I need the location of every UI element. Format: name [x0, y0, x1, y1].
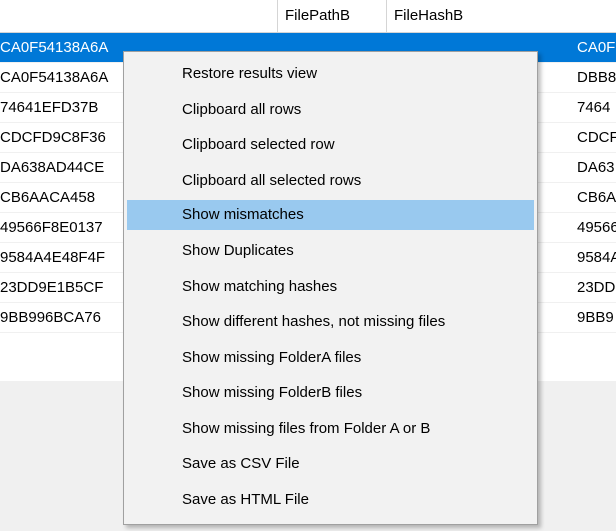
- menu-item-save-as-csv[interactable]: Save as CSV File: [127, 449, 534, 479]
- menu-item-clipboard-all-selected-rows[interactable]: Clipboard all selected rows: [127, 166, 534, 196]
- cell-hash-a: 49566F8E0137: [0, 219, 103, 236]
- cell-hash-a: CA0F54138A6A: [0, 39, 109, 56]
- menu-item-show-missing-files-a-or-b[interactable]: Show missing files from Folder A or B: [127, 414, 534, 444]
- cell-hash-b: CA0F5: [577, 39, 616, 56]
- cell-hash-b: 9584A: [577, 249, 616, 266]
- cell-hash-b: CDCF: [577, 129, 616, 146]
- cell-hash-b: 9BB9: [577, 309, 614, 326]
- cell-hash-a: CB6AACA458: [0, 189, 96, 206]
- cell-hash-a: 9BB996BCA76: [0, 309, 101, 326]
- cell-hash-a: CDCFD9C8F36: [0, 129, 106, 146]
- cell-hash-a: DA638AD44CE: [0, 159, 105, 176]
- cell-hash-a: 74641EFD37B: [0, 99, 99, 116]
- cell-hash-a: 9584A4E48F4F: [0, 249, 106, 266]
- menu-item-show-mismatches[interactable]: Show mismatches: [127, 200, 534, 230]
- menu-item-restore-results-view[interactable]: Restore results view: [127, 59, 534, 89]
- column-header-filehashb[interactable]: FileHashB: [386, 0, 616, 32]
- menu-item-show-missing-foldera-files[interactable]: Show missing FolderA files: [127, 343, 534, 373]
- cell-hash-b: 7464: [577, 99, 611, 116]
- context-menu: Restore results view Clipboard all rows …: [123, 51, 538, 525]
- column-header-filepathb[interactable]: FilePathB: [277, 0, 386, 32]
- menu-item-show-different-hashes[interactable]: Show different hashes, not missing files: [127, 307, 534, 337]
- menu-item-show-duplicates[interactable]: Show Duplicates: [127, 236, 534, 266]
- menu-item-save-as-html[interactable]: Save as HTML File: [127, 485, 534, 515]
- cell-hash-b: 23DD: [577, 279, 616, 296]
- grid-header: FilePathB FileHashB: [0, 0, 616, 33]
- cell-hash-a: 23DD9E1B5CF: [0, 279, 104, 296]
- cell-hash-b: DBB8: [577, 69, 616, 86]
- menu-item-clipboard-all-rows[interactable]: Clipboard all rows: [127, 95, 534, 125]
- cell-hash-b: 49566: [577, 219, 616, 236]
- cell-hash-b: CB6A: [577, 189, 616, 206]
- menu-item-show-matching-hashes[interactable]: Show matching hashes: [127, 272, 534, 302]
- menu-item-show-missing-folderb-files[interactable]: Show missing FolderB files: [127, 378, 534, 408]
- cell-hash-b: DA63: [577, 159, 615, 176]
- menu-item-clipboard-selected-row[interactable]: Clipboard selected row: [127, 130, 534, 160]
- cell-hash-a: CA0F54138A6A: [0, 69, 109, 86]
- column-header-hash-a[interactable]: [0, 0, 277, 32]
